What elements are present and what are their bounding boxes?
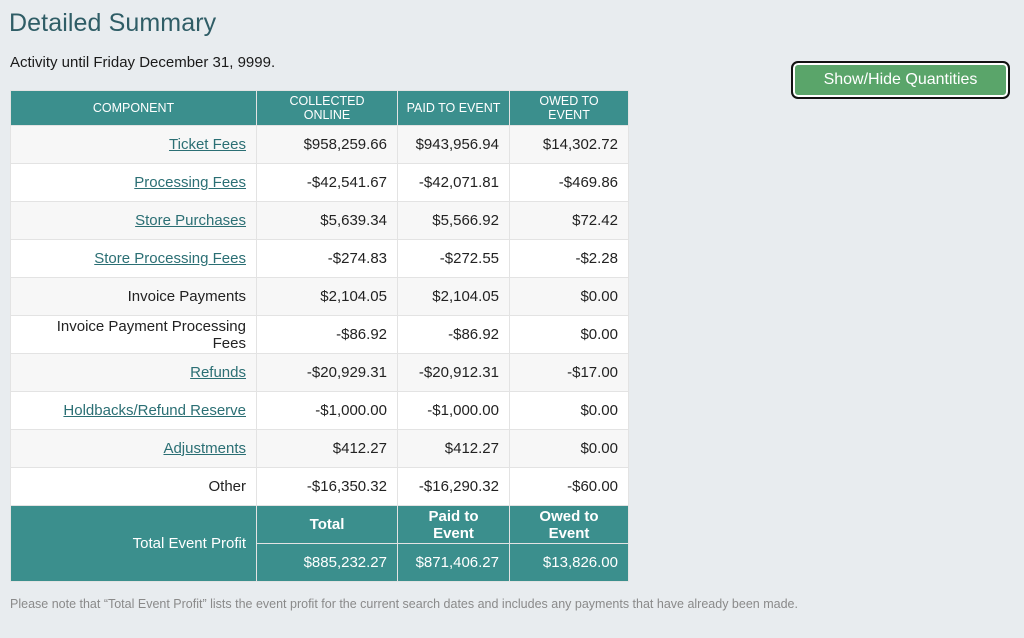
component-link[interactable]: Processing Fees xyxy=(134,174,246,191)
total-profit-footnote: Please note that “Total Event Profit” li… xyxy=(10,597,798,611)
owed-to-event-cell: $0.00 xyxy=(509,277,629,316)
table-body: Ticket Fees $958,259.66 $943,956.94 $14,302… xyxy=(10,125,629,506)
collected-online-cell: -$1,000.00 xyxy=(256,391,398,430)
collected-online-cell: $958,259.66 xyxy=(256,125,398,164)
paid-to-event-cell: $5,566.92 xyxy=(397,201,510,240)
component-link[interactable]: Ticket Fees xyxy=(169,136,246,153)
owed-to-event-cell: -$469.86 xyxy=(509,163,629,202)
owed-to-event-cell: -$2.28 xyxy=(509,239,629,278)
paid-to-event-cell: -$272.55 xyxy=(397,239,510,278)
collected-online-cell: -$16,350.32 xyxy=(256,467,398,506)
component-link[interactable]: Holdbacks/Refund Reserve xyxy=(63,402,246,419)
header-component: COMPONENT xyxy=(10,90,257,126)
component-cell: Invoice Payment Processing Fees xyxy=(10,315,257,354)
header-owed-to-event: OWED TO EVENT xyxy=(509,90,629,126)
paid-to-event-cell: -$42,071.81 xyxy=(397,163,510,202)
owed-to-event-cell: -$17.00 xyxy=(509,353,629,392)
component-cell[interactable]: Refunds xyxy=(10,353,257,392)
owed-to-event-cell: $0.00 xyxy=(509,391,629,430)
component-cell: Invoice Payments xyxy=(10,277,257,316)
page-title: Detailed Summary xyxy=(9,9,217,37)
table-row: Ticket Fees $958,259.66 $943,956.94 $14,302… xyxy=(10,125,629,164)
collected-online-cell: $5,639.34 xyxy=(256,201,398,240)
header-paid-to-event: PAID TO EVENT xyxy=(397,90,510,126)
total-head-paid: Paid to Event xyxy=(397,505,510,544)
owed-to-event-cell: $0.00 xyxy=(509,429,629,468)
activity-date-text: Activity until Friday December 31, 9999. xyxy=(10,54,276,71)
component-cell[interactable]: Ticket Fees xyxy=(10,125,257,164)
table-row: Refunds -$20,929.31 -$20,912.31 -$17.00 xyxy=(10,353,629,392)
paid-to-event-cell: -$16,290.32 xyxy=(397,467,510,506)
header-collected-online: COLLECTED ONLINE xyxy=(256,90,398,126)
paid-to-event-cell: -$1,000.00 xyxy=(397,391,510,430)
component-link[interactable]: Store Purchases xyxy=(135,212,246,229)
paid-to-event-cell: -$20,912.31 xyxy=(397,353,510,392)
component-cell[interactable]: Processing Fees xyxy=(10,163,257,202)
total-header-row: Total Event Profit Total Paid to Event O… xyxy=(10,505,629,582)
total-owed-value: $13,826.00 xyxy=(509,543,629,582)
total-head-owed: Owed to Event xyxy=(509,505,629,544)
paid-to-event-cell: $2,104.05 xyxy=(397,277,510,316)
paid-to-event-cell: $943,956.94 xyxy=(397,125,510,164)
component-cell[interactable]: Holdbacks/Refund Reserve xyxy=(10,391,257,430)
show-hide-quantities-button[interactable]: Show/Hide Quantities xyxy=(791,61,1010,99)
component-cell[interactable]: Adjustments xyxy=(10,429,257,468)
collected-online-cell: -$42,541.67 xyxy=(256,163,398,202)
table-row: Processing Fees -$42,541.67 -$42,071.81 -$4… xyxy=(10,163,629,202)
collected-online-cell: -$274.83 xyxy=(256,239,398,278)
collected-online-cell: -$86.92 xyxy=(256,315,398,354)
component-link[interactable]: Store Processing Fees xyxy=(94,250,246,267)
total-paid-value: $871,406.27 xyxy=(397,543,510,582)
total-event-profit-label: Total Event Profit xyxy=(10,505,257,582)
collected-online-cell: -$20,929.31 xyxy=(256,353,398,392)
collected-online-cell: $412.27 xyxy=(256,429,398,468)
collected-online-cell: $2,104.05 xyxy=(256,277,398,316)
owed-to-event-cell: $14,302.72 xyxy=(509,125,629,164)
table-row: Adjustments $412.27 $412.27 $0.00 xyxy=(10,429,629,468)
table-header-row: COMPONENT COLLECTED ONLINE PAID TO EVENT… xyxy=(10,90,629,126)
owed-to-event-cell: $0.00 xyxy=(509,315,629,354)
component-cell[interactable]: Store Processing Fees xyxy=(10,239,257,278)
table-row: Other -$16,350.32 -$16,290.32 -$60.00 xyxy=(10,467,629,506)
table-row: Store Processing Fees -$274.83 -$272.55 -$2… xyxy=(10,239,629,278)
table-row: Store Purchases $5,639.34 $5,566.92 $72.42 xyxy=(10,201,629,240)
total-value: $885,232.27 xyxy=(256,543,398,582)
paid-to-event-cell: -$86.92 xyxy=(397,315,510,354)
table-row: Invoice Payment Processing Fees -$86.92 -$… xyxy=(10,315,629,354)
component-link[interactable]: Refunds xyxy=(190,364,246,381)
component-cell: Other xyxy=(10,467,257,506)
component-link[interactable]: Adjustments xyxy=(163,440,246,457)
owed-to-event-cell: -$60.00 xyxy=(509,467,629,506)
component-cell[interactable]: Store Purchases xyxy=(10,201,257,240)
table-row: Invoice Payments $2,104.05 $2,104.05 $0.00 xyxy=(10,277,629,316)
paid-to-event-cell: $412.27 xyxy=(397,429,510,468)
detailed-summary-table: COMPONENT COLLECTED ONLINE PAID TO EVENT… xyxy=(10,90,629,582)
owed-to-event-cell: $72.42 xyxy=(509,201,629,240)
table-row: Holdbacks/Refund Reserve -$1,000.00 -$1,00… xyxy=(10,391,629,430)
total-head-total: Total xyxy=(256,505,398,544)
